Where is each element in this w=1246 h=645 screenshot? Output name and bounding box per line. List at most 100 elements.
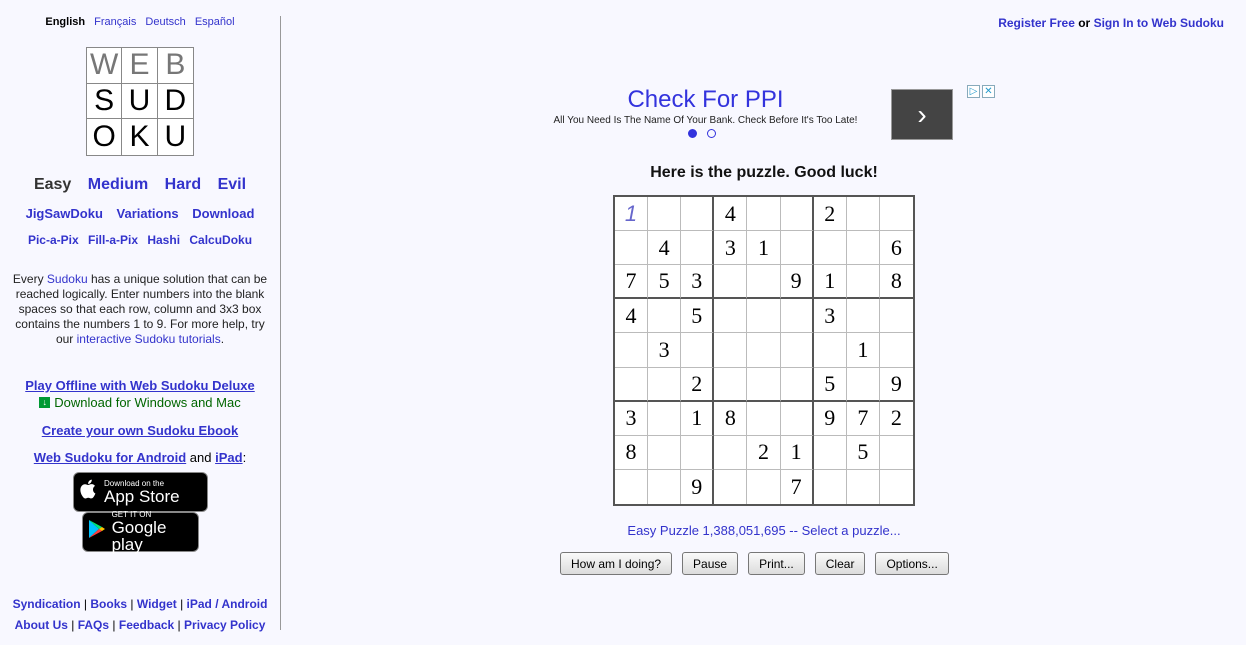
- grid-cell[interactable]: 3: [813, 299, 847, 334]
- nav-hashi[interactable]: Hashi: [147, 233, 180, 247]
- pause-button[interactable]: Pause: [682, 552, 739, 575]
- grid-cell[interactable]: 9: [780, 265, 814, 300]
- grid-cell[interactable]: [879, 197, 913, 232]
- google-play-badge[interactable]: GET IT ON Google play: [82, 511, 199, 553]
- grid-cell[interactable]: 4: [615, 299, 649, 334]
- grid-cell[interactable]: [747, 333, 781, 368]
- ebook-link[interactable]: Create your own Sudoku Ebook: [42, 423, 238, 438]
- puzzle-info[interactable]: Easy Puzzle 1,388,051,695 -- Select a pu…: [600, 523, 928, 538]
- grid-cell[interactable]: [681, 333, 715, 368]
- tutorials-link[interactable]: interactive Sudoku tutorials: [77, 332, 221, 346]
- puzzle-number-text[interactable]: Easy Puzzle 1,388,051,695 -- Select a pu…: [627, 523, 900, 538]
- level-medium[interactable]: Medium: [88, 176, 148, 193]
- grid-cell[interactable]: [780, 367, 814, 402]
- grid-cell[interactable]: [747, 197, 781, 232]
- options-button[interactable]: Options...: [875, 552, 949, 575]
- web-sudoku-logo[interactable]: W E B S U D O K U: [86, 47, 194, 156]
- grid-cell[interactable]: [747, 401, 781, 436]
- nav-fill-a-pix[interactable]: Fill-a-Pix: [88, 233, 138, 247]
- grid-cell[interactable]: 7: [846, 401, 880, 436]
- syndication-link[interactable]: Syndication: [13, 597, 81, 611]
- grid-cell[interactable]: [780, 401, 814, 436]
- grid-cell[interactable]: [714, 435, 748, 470]
- grid-cell[interactable]: 5: [648, 265, 682, 300]
- grid-cell[interactable]: 1: [747, 231, 781, 266]
- privacy-policy-link[interactable]: Privacy Policy: [184, 618, 265, 632]
- grid-cell[interactable]: [846, 367, 880, 402]
- grid-cell[interactable]: 8: [714, 401, 748, 436]
- sign-in-link[interactable]: Sign In to Web Sudoku: [1094, 16, 1224, 30]
- grid-cell[interactable]: 1: [813, 265, 847, 300]
- download-windows-mac-link[interactable]: ↓ Download for Windows and Mac: [0, 395, 280, 410]
- grid-cell[interactable]: [747, 299, 781, 334]
- ad-close-icon[interactable]: ✕: [982, 85, 995, 98]
- grid-cell[interactable]: 8: [615, 435, 649, 470]
- grid-cell[interactable]: [615, 367, 649, 402]
- advertisement[interactable]: Check For PPI All You Need Is The Name O…: [538, 84, 1000, 144]
- grid-cell[interactable]: 9: [879, 368, 913, 402]
- ipad-link[interactable]: iPad: [215, 450, 242, 465]
- grid-cell[interactable]: [879, 436, 913, 470]
- grid-cell[interactable]: [846, 231, 880, 266]
- grid-cell[interactable]: [648, 299, 682, 334]
- grid-cell[interactable]: 1: [615, 197, 649, 232]
- level-hard[interactable]: Hard: [165, 176, 201, 193]
- grid-cell[interactable]: 5: [681, 299, 715, 334]
- clear-button[interactable]: Clear: [814, 552, 866, 575]
- grid-cell[interactable]: [615, 469, 649, 504]
- grid-cell[interactable]: [847, 469, 880, 504]
- grid-cell[interactable]: 1: [846, 333, 880, 368]
- register-link[interactable]: Register Free: [998, 16, 1075, 30]
- grid-cell[interactable]: [846, 197, 880, 232]
- grid-cell[interactable]: [813, 231, 847, 266]
- grid-cell[interactable]: 3: [648, 333, 682, 368]
- ad-next-arrow-button[interactable]: ›: [891, 89, 953, 140]
- grid-cell[interactable]: [879, 333, 913, 368]
- carousel-dot-active[interactable]: [688, 129, 697, 138]
- deluxe-link[interactable]: Play Offline with Web Sudoku Deluxe: [0, 378, 280, 393]
- grid-cell[interactable]: 8: [879, 265, 913, 300]
- grid-cell[interactable]: [780, 333, 814, 368]
- ad-choices-icon[interactable]: ▷: [967, 85, 980, 98]
- feedback-link[interactable]: Feedback: [119, 618, 174, 632]
- nav-download[interactable]: Download: [192, 206, 254, 221]
- how-am-i-doing-button[interactable]: How am I doing?: [560, 552, 673, 575]
- grid-cell[interactable]: [846, 265, 880, 300]
- grid-cell[interactable]: [747, 469, 781, 504]
- grid-cell[interactable]: 9: [813, 401, 847, 436]
- ad-title[interactable]: Check For PPI: [538, 86, 873, 114]
- carousel-dot[interactable]: [707, 129, 716, 138]
- faqs-link[interactable]: FAQs: [78, 618, 109, 632]
- lang-deutsch[interactable]: Deutsch: [145, 16, 185, 28]
- grid-cell[interactable]: [813, 435, 847, 470]
- grid-cell[interactable]: 1: [780, 435, 814, 470]
- grid-cell[interactable]: 4: [648, 231, 682, 266]
- grid-cell[interactable]: [780, 299, 814, 334]
- print-button[interactable]: Print...: [748, 552, 805, 575]
- grid-cell[interactable]: [814, 469, 847, 504]
- grid-cell[interactable]: [813, 333, 847, 368]
- grid-cell[interactable]: [648, 469, 682, 504]
- about-us-link[interactable]: About Us: [15, 618, 68, 632]
- grid-cell[interactable]: [648, 197, 682, 232]
- grid-cell[interactable]: 7: [781, 469, 814, 504]
- nav-jigsawdoku[interactable]: JigSawDoku: [26, 206, 103, 221]
- grid-cell[interactable]: 2: [747, 435, 781, 470]
- grid-cell[interactable]: [714, 333, 748, 368]
- grid-cell[interactable]: [714, 469, 748, 504]
- grid-cell[interactable]: 3: [681, 265, 715, 300]
- grid-cell[interactable]: 3: [714, 231, 748, 266]
- grid-cell[interactable]: 9: [681, 469, 715, 504]
- grid-cell[interactable]: [714, 367, 748, 402]
- ipad-android-link[interactable]: iPad / Android: [187, 597, 268, 611]
- grid-cell[interactable]: [880, 470, 913, 504]
- level-easy[interactable]: Easy: [34, 176, 71, 193]
- nav-calcudoku[interactable]: CalcuDoku: [189, 233, 252, 247]
- nav-variations[interactable]: Variations: [117, 206, 179, 221]
- grid-cell[interactable]: [648, 401, 682, 436]
- lang-francais[interactable]: Français: [94, 16, 136, 28]
- grid-cell[interactable]: [747, 265, 781, 300]
- grid-cell[interactable]: 5: [813, 367, 847, 402]
- grid-cell[interactable]: 2: [879, 402, 913, 436]
- grid-cell[interactable]: [714, 265, 748, 300]
